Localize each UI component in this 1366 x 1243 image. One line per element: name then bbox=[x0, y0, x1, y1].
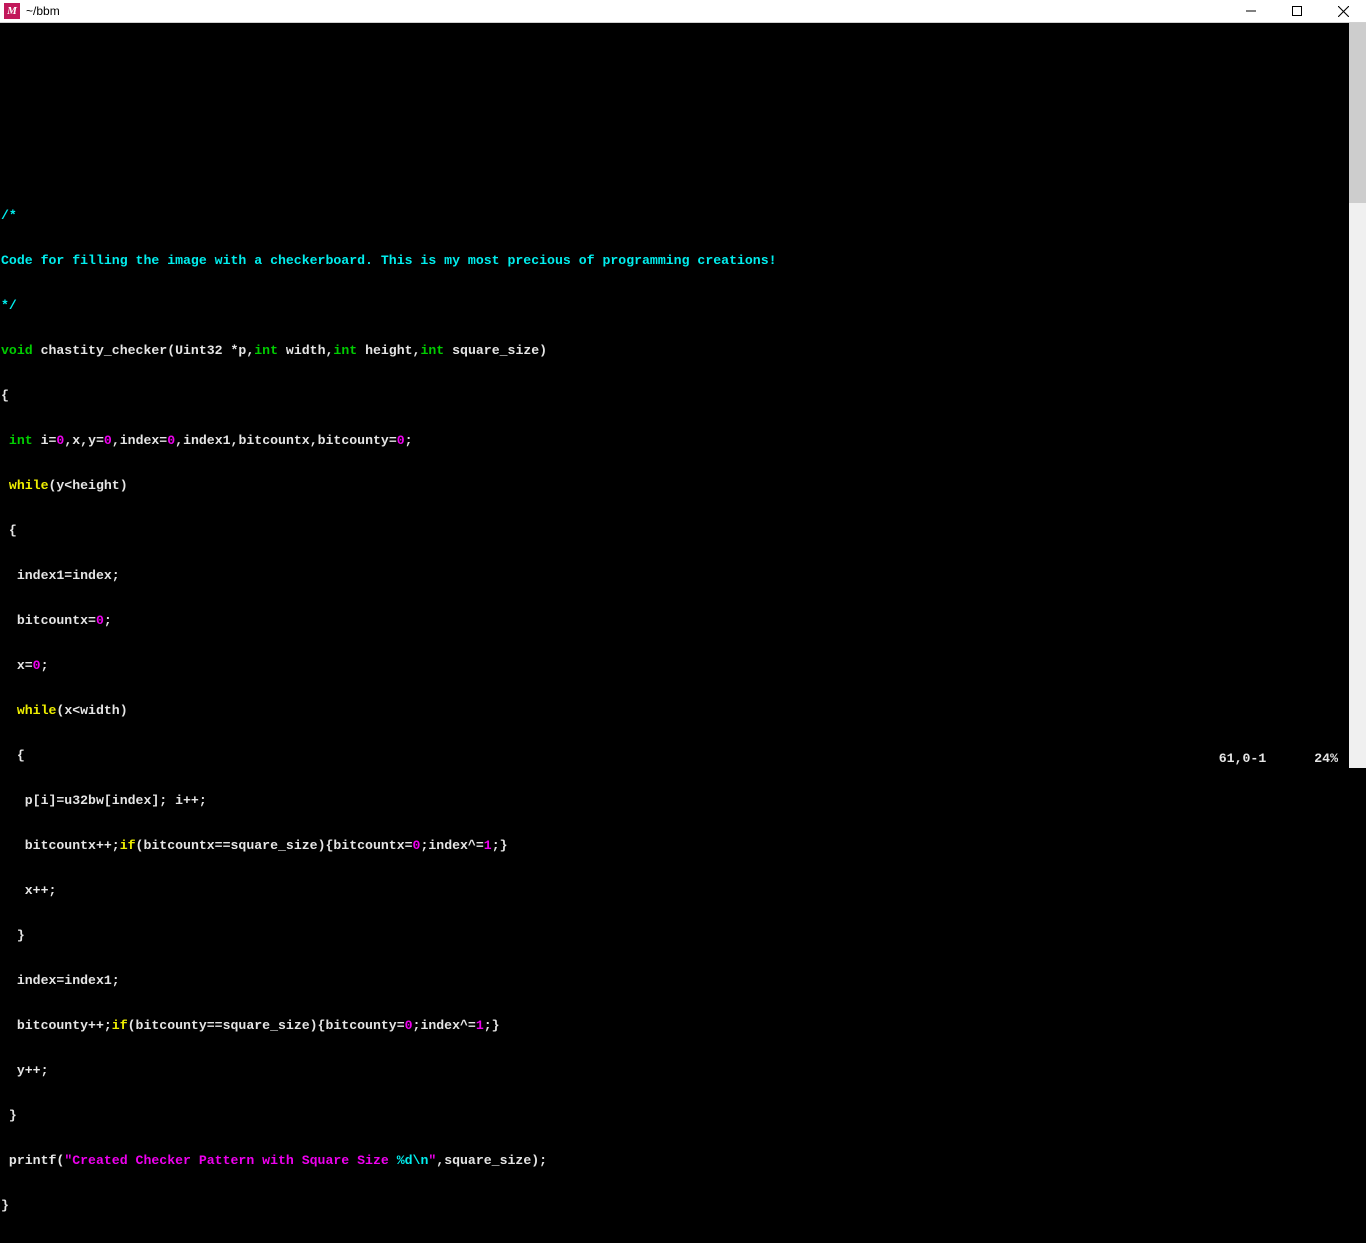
number: 0 bbox=[104, 433, 112, 448]
code-text: index1=index; bbox=[1, 568, 120, 583]
code-text: (bitcounty==square_size){bitcounty= bbox=[128, 1018, 405, 1033]
string: " bbox=[428, 1153, 436, 1168]
number: 0 bbox=[33, 658, 41, 673]
titlebar-left: M ~/bbm bbox=[0, 3, 60, 19]
code-text: (y<height) bbox=[48, 478, 127, 493]
number: 1 bbox=[484, 838, 492, 853]
code-text: ;index^= bbox=[420, 838, 483, 853]
scrollbar-thumb[interactable] bbox=[1349, 23, 1366, 203]
window-controls bbox=[1228, 0, 1366, 22]
code-text: y++; bbox=[1, 1063, 48, 1078]
comment: Code for filling the image with a checke… bbox=[1, 253, 777, 268]
number: 0 bbox=[413, 838, 421, 853]
code-text: width, bbox=[278, 343, 333, 358]
terminal-viewport[interactable]: /* Code for filling the image with a che… bbox=[0, 23, 1366, 768]
brace: } bbox=[1, 1108, 17, 1123]
string: "Created Checker Pattern with Square Siz… bbox=[64, 1153, 396, 1168]
keyword-int: int bbox=[420, 343, 444, 358]
minimize-button[interactable] bbox=[1228, 0, 1274, 22]
keyword-if: if bbox=[120, 838, 136, 853]
code-text: bitcountx++; bbox=[1, 838, 120, 853]
app-icon: M bbox=[4, 3, 20, 19]
code-text: bitcountx= bbox=[1, 613, 96, 628]
window-title: ~/bbm bbox=[26, 4, 60, 18]
number: 0 bbox=[405, 1018, 413, 1033]
comment: /* bbox=[1, 208, 17, 223]
brace: } bbox=[1, 928, 25, 943]
code-text: (x<width) bbox=[56, 703, 127, 718]
scroll-percent: 24% bbox=[1314, 751, 1338, 766]
code-text: chastity_checker(Uint32 *p, bbox=[33, 343, 255, 358]
code-text: ;index^= bbox=[413, 1018, 476, 1033]
code-text: ; bbox=[41, 658, 49, 673]
code-text: ,square_size); bbox=[436, 1153, 547, 1168]
code-text: x= bbox=[1, 658, 33, 673]
code-text: p[i]=u32bw[index]; i++; bbox=[1, 793, 207, 808]
code-text: ,x,y= bbox=[64, 433, 104, 448]
scrollbar-track[interactable] bbox=[1349, 23, 1366, 768]
brace: { bbox=[1, 523, 17, 538]
brace: } bbox=[1, 1198, 9, 1213]
code-text: ,index1,bitcountx,bitcounty= bbox=[175, 433, 397, 448]
window-titlebar: M ~/bbm bbox=[0, 0, 1366, 23]
code-text: height, bbox=[357, 343, 420, 358]
code-content: /* Code for filling the image with a che… bbox=[1, 178, 777, 1243]
code-text: ;} bbox=[484, 1018, 500, 1033]
code-text: i= bbox=[33, 433, 57, 448]
number: 1 bbox=[476, 1018, 484, 1033]
code-text: bitcounty++; bbox=[1, 1018, 112, 1033]
keyword-if: if bbox=[112, 1018, 128, 1033]
code-text: ; bbox=[405, 433, 413, 448]
keyword-while: while bbox=[1, 478, 48, 493]
number: 0 bbox=[397, 433, 405, 448]
code-text: ,index= bbox=[112, 433, 167, 448]
cursor-position: 61,0-1 bbox=[1219, 751, 1266, 766]
code-text: ;} bbox=[492, 838, 508, 853]
keyword-void: void bbox=[1, 343, 33, 358]
code-text: index=index1; bbox=[1, 973, 120, 988]
keyword-int: int bbox=[254, 343, 278, 358]
code-text: ; bbox=[104, 613, 112, 628]
keyword-while: while bbox=[1, 703, 56, 718]
format-specifier: %d\n bbox=[397, 1153, 429, 1168]
code-text: (bitcountx==square_size){bitcountx= bbox=[136, 838, 413, 853]
code-text: x++; bbox=[1, 883, 56, 898]
vim-status-line: 61,0-1 24% bbox=[0, 751, 1366, 766]
maximize-button[interactable] bbox=[1274, 0, 1320, 22]
brace: { bbox=[1, 388, 9, 403]
close-button[interactable] bbox=[1320, 0, 1366, 22]
code-text: square_size) bbox=[444, 343, 547, 358]
keyword-int: int bbox=[1, 433, 33, 448]
number: 0 bbox=[96, 613, 104, 628]
code-text: printf( bbox=[1, 1153, 64, 1168]
number: 0 bbox=[167, 433, 175, 448]
comment: */ bbox=[1, 298, 17, 313]
keyword-int: int bbox=[333, 343, 357, 358]
